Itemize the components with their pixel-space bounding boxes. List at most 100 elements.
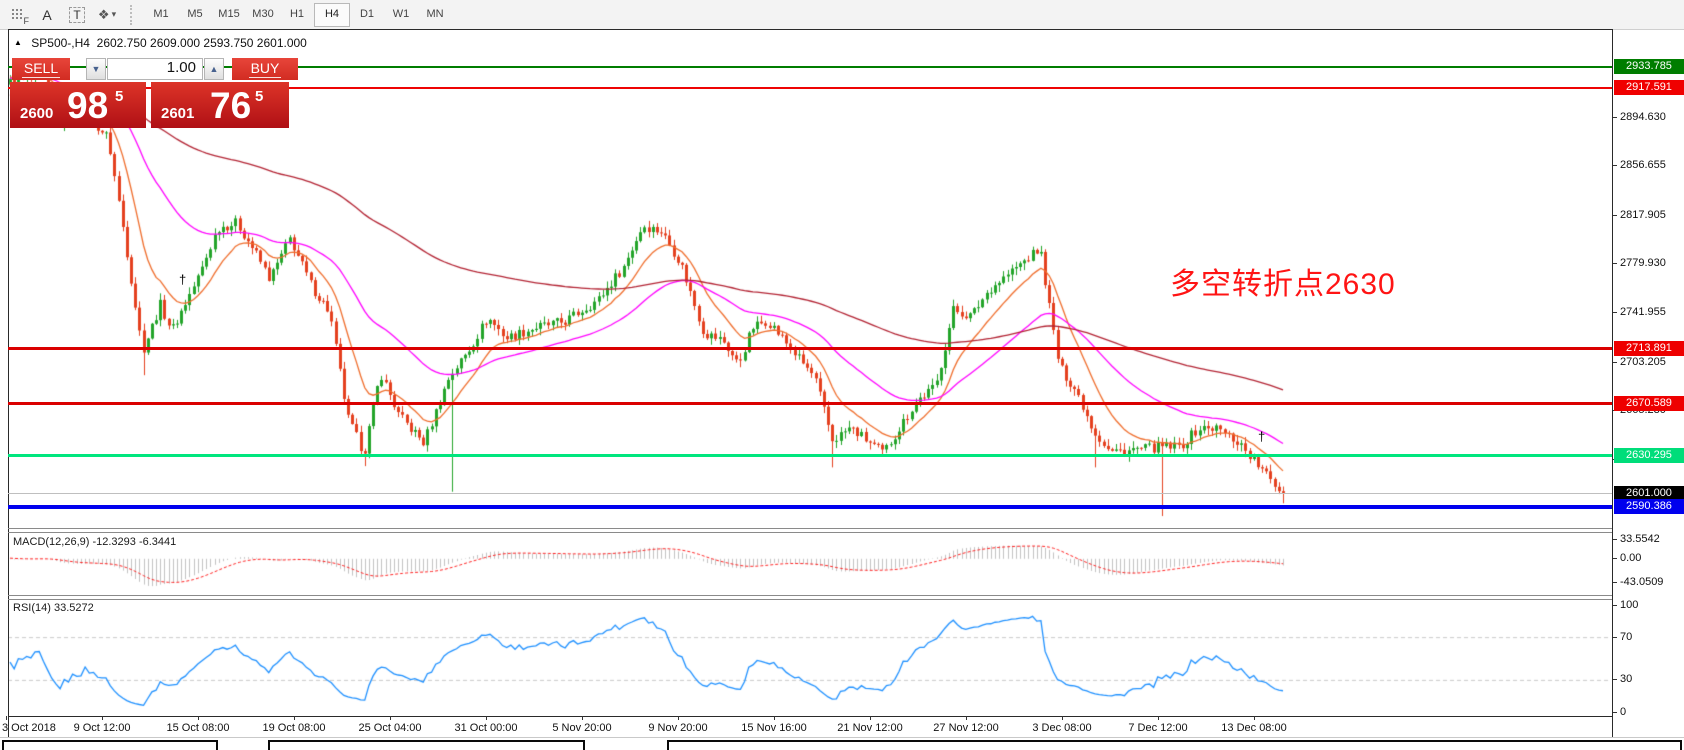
price-axis-tick-label: 2703.205 bbox=[1620, 356, 1666, 368]
rsi-axis-tick-label: 30 bbox=[1620, 673, 1632, 685]
macd-axis-tickmark bbox=[1613, 582, 1617, 583]
chart-border-right bbox=[1612, 29, 1613, 737]
buy-price-sup: 5 bbox=[255, 88, 263, 105]
sell-price-sup: 5 bbox=[115, 88, 123, 105]
price-level-line[interactable] bbox=[8, 454, 1612, 457]
time-axis-tickmark bbox=[966, 716, 967, 720]
macd-axis-tick-label: 0.00 bbox=[1620, 552, 1641, 564]
macd-axis-tickmark bbox=[1613, 558, 1617, 559]
chart-text-annotation[interactable]: 多空转折点2630 bbox=[1170, 259, 1396, 303]
rsi-axis-tickmark bbox=[1613, 605, 1617, 606]
time-axis-tickmark bbox=[1062, 716, 1063, 720]
pane-splitter-macd-rsi[interactable] bbox=[8, 595, 1612, 596]
ohlc-values: 2602.750 2609.000 2593.750 2601.000 bbox=[97, 36, 307, 50]
bottom-separator-line bbox=[0, 737, 1684, 738]
chart-border-bottom bbox=[8, 716, 1613, 717]
symbol-period-label: SP500-,H4 bbox=[31, 36, 90, 50]
time-axis-label: 31 Oct 00:00 bbox=[455, 722, 518, 734]
time-axis-label: 15 Oct 08:00 bbox=[167, 722, 230, 734]
time-axis-tickmark bbox=[678, 716, 679, 720]
price-axis-tick-label: 2894.630 bbox=[1620, 111, 1666, 123]
price-level-badge: 2917.591 bbox=[1614, 80, 1684, 95]
volume-input[interactable]: 1.00 bbox=[107, 58, 203, 80]
price-axis-tickmark bbox=[1613, 263, 1617, 264]
sell-button[interactable]: SELL bbox=[12, 58, 70, 80]
bottom-panel-tab-edge[interactable] bbox=[667, 740, 1682, 750]
arrow-down-icon: ▼ bbox=[92, 64, 101, 74]
sell-price-small: 2600 bbox=[20, 105, 53, 122]
trading-app-window: F A T ❖ ▾ M1M5M15M30H1H4D1W1MN ▲ SP500-,… bbox=[0, 0, 1684, 750]
time-axis-tickmark bbox=[582, 716, 583, 720]
time-axis-label: 27 Nov 12:00 bbox=[933, 722, 998, 734]
price-level-line[interactable] bbox=[8, 347, 1612, 350]
macd-axis-tick-label: 33.5542 bbox=[1620, 533, 1660, 545]
time-axis-tickmark bbox=[486, 716, 487, 720]
price-level-badge: 2590.386 bbox=[1614, 499, 1684, 514]
time-axis-tickmark bbox=[870, 716, 871, 720]
time-axis-label: 5 Nov 20:00 bbox=[552, 722, 611, 734]
time-axis-label: 21 Nov 12:00 bbox=[837, 722, 902, 734]
time-axis-label: 25 Oct 04:00 bbox=[359, 722, 422, 734]
price-axis-tick-label: 2741.955 bbox=[1620, 306, 1666, 318]
time-axis-tickmark bbox=[6, 716, 7, 720]
price-level-line[interactable] bbox=[8, 505, 1612, 509]
time-axis-label: 15 Nov 16:00 bbox=[741, 722, 806, 734]
cross-marker[interactable]: † bbox=[1258, 429, 1265, 444]
macd-indicator-label: MACD(12,26,9) -12.3293 -6.3441 bbox=[13, 536, 176, 548]
rsi-axis-tick-label: 0 bbox=[1620, 706, 1626, 718]
cross-marker[interactable]: † bbox=[179, 272, 186, 287]
macd-axis-tick-label: -43.0509 bbox=[1620, 576, 1663, 588]
buy-button[interactable]: BUY bbox=[232, 58, 298, 80]
chart-border-left bbox=[8, 29, 9, 737]
time-axis-tickmark bbox=[102, 716, 103, 720]
price-axis-tickmark bbox=[1613, 362, 1617, 363]
time-axis-tickmark bbox=[198, 716, 199, 720]
time-axis-label: 7 Dec 12:00 bbox=[1128, 722, 1187, 734]
chart-title: ▲ SP500-,H4 2602.750 2609.000 2593.750 2… bbox=[14, 36, 307, 50]
time-axis-tickmark bbox=[1158, 716, 1159, 720]
collapse-arrow-icon[interactable]: ▲ bbox=[14, 38, 22, 47]
sell-quote-box[interactable]: 2600 98 5 bbox=[10, 82, 146, 128]
rsi-indicator-label: RSI(14) 33.5272 bbox=[13, 602, 94, 614]
time-axis-label: 9 Nov 20:00 bbox=[648, 722, 707, 734]
buy-quote-box[interactable]: 2601 76 5 bbox=[151, 82, 289, 128]
price-level-badge: 2933.785 bbox=[1614, 59, 1684, 74]
time-axis-tickmark bbox=[390, 716, 391, 720]
time-axis-tickmark bbox=[294, 716, 295, 720]
arrow-up-icon: ▲ bbox=[210, 64, 219, 74]
price-level-badge: 2713.891 bbox=[1614, 341, 1684, 356]
rsi-axis-tickmark bbox=[1613, 679, 1617, 680]
price-level-line[interactable] bbox=[8, 493, 1612, 494]
volume-increase-button[interactable]: ▲ bbox=[204, 58, 224, 80]
rsi-axis-tickmark bbox=[1613, 637, 1617, 638]
time-axis-label: 13 Dec 08:00 bbox=[1221, 722, 1286, 734]
price-level-badge: 2670.589 bbox=[1614, 396, 1684, 411]
time-axis-label: 19 Oct 08:00 bbox=[263, 722, 326, 734]
time-axis-tickmark bbox=[1254, 716, 1255, 720]
price-axis-tick-label: 2779.930 bbox=[1620, 257, 1666, 269]
bottom-panel-tab-edge[interactable] bbox=[268, 740, 585, 750]
price-axis-tickmark bbox=[1613, 312, 1617, 313]
price-axis-tickmark bbox=[1613, 117, 1617, 118]
time-axis-label: 3 Dec 08:00 bbox=[1032, 722, 1091, 734]
rsi-axis-tickmark bbox=[1613, 712, 1617, 713]
bottom-panel-tab-edge[interactable] bbox=[2, 740, 218, 750]
buy-price-small: 2601 bbox=[161, 105, 194, 122]
price-level-line[interactable] bbox=[8, 402, 1612, 405]
price-axis-tick-label: 2856.655 bbox=[1620, 159, 1666, 171]
pane-splitter-price-macd-2[interactable] bbox=[8, 532, 1612, 533]
chart-border-top bbox=[8, 29, 1613, 30]
price-level-badge: 2630.295 bbox=[1614, 448, 1684, 463]
time-axis-label: 3 Oct 2018 bbox=[2, 722, 56, 734]
price-axis-tickmark bbox=[1613, 165, 1617, 166]
volume-decrease-button[interactable]: ▼ bbox=[86, 58, 106, 80]
pane-splitter-price-macd[interactable] bbox=[8, 528, 1612, 529]
sell-price-big: 98 bbox=[67, 85, 108, 127]
price-axis-tick-label: 2817.905 bbox=[1620, 209, 1666, 221]
pane-splitter-macd-rsi-2[interactable] bbox=[8, 599, 1612, 600]
macd-axis-tickmark bbox=[1613, 539, 1617, 540]
price-axis-tickmark bbox=[1613, 215, 1617, 216]
rsi-axis-tick-label: 100 bbox=[1620, 599, 1638, 611]
buy-price-big: 76 bbox=[210, 85, 251, 127]
time-axis-tickmark bbox=[774, 716, 775, 720]
